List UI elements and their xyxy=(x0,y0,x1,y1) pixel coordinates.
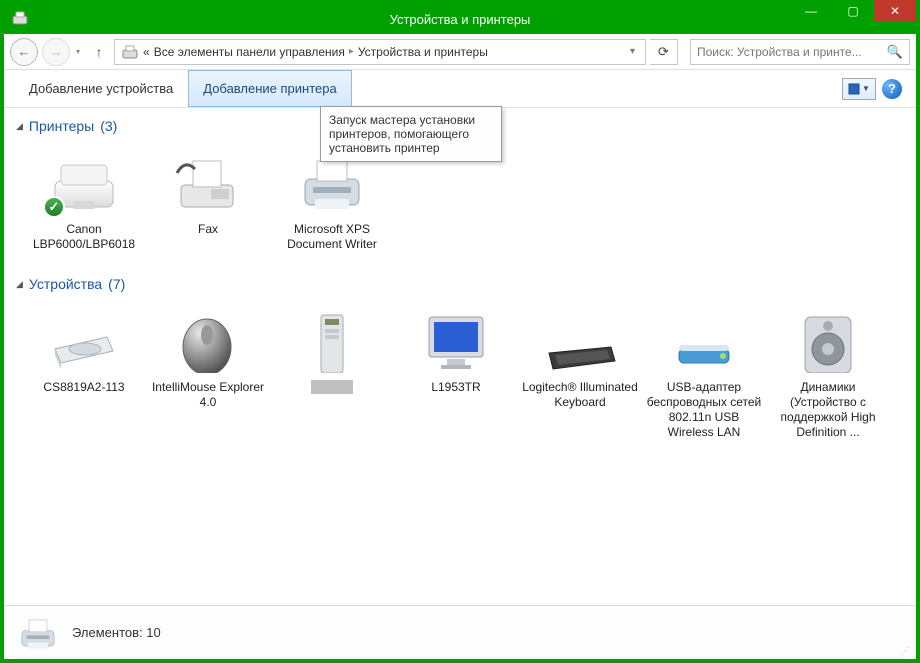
collapse-icon: ◢ xyxy=(16,279,23,290)
devices-list: CS8819A2-113 IntelliMouse Explorer 4.0 L… xyxy=(16,300,904,448)
location-icon xyxy=(121,44,139,60)
up-button[interactable]: ↑ xyxy=(88,41,110,63)
monitor-icon xyxy=(415,306,497,376)
content-area: ◢ Принтеры (3) ✓ Canon LBP6000/LBP6018 F… xyxy=(4,108,916,605)
printer-icon: ✓ xyxy=(43,148,125,218)
close-button[interactable]: ✕ xyxy=(874,0,916,22)
search-box[interactable]: 🔍 xyxy=(690,39,910,65)
device-item[interactable] xyxy=(270,300,394,448)
device-item[interactable]: Logitech® Illuminated Keyboard xyxy=(518,300,642,448)
device-label: Динамики (Устройство с поддержкой High D… xyxy=(770,380,886,440)
resize-grip[interactable]: ⋰ xyxy=(900,646,912,657)
breadcrumb-item[interactable]: Устройства и принтеры xyxy=(358,45,488,59)
history-dropdown-icon[interactable]: ▾ xyxy=(74,47,84,56)
help-button[interactable]: ? xyxy=(882,79,902,99)
search-input[interactable] xyxy=(697,45,887,59)
maximize-button[interactable]: ▢ xyxy=(832,0,874,22)
device-label: Logitech® Illuminated Keyboard xyxy=(522,380,638,410)
device-item[interactable]: ✓ Canon LBP6000/LBP6018 xyxy=(22,142,146,260)
add-device-button[interactable]: Добавление устройства xyxy=(14,70,188,107)
collapse-icon: ◢ xyxy=(16,121,23,132)
address-dropdown-icon[interactable]: ▾ xyxy=(626,46,639,57)
device-label: L1953TR xyxy=(431,380,480,395)
default-check-icon: ✓ xyxy=(43,196,65,218)
redacted-label xyxy=(311,380,353,394)
drive-icon xyxy=(43,306,125,376)
device-item[interactable]: Динамики (Устройство с поддержкой High D… xyxy=(766,300,890,448)
device-item[interactable]: CS8819A2-113 xyxy=(22,300,146,448)
status-text: Элементов: 10 xyxy=(72,625,161,640)
keyboard-icon xyxy=(539,306,621,376)
breadcrumb-item[interactable]: Все элементы панели управления xyxy=(154,45,345,59)
device-label: IntelliMouse Explorer 4.0 xyxy=(150,380,266,410)
status-bar: Элементов: 10 ⋰ xyxy=(4,605,916,659)
computer-icon xyxy=(291,306,373,376)
device-label: CS8819A2-113 xyxy=(43,380,124,395)
wifi-adapter-icon xyxy=(663,306,745,376)
add-printer-button[interactable]: Добавление принтера xyxy=(188,70,351,107)
group-count: (7) xyxy=(108,276,125,292)
chevron-down-icon: ▼ xyxy=(862,84,870,93)
device-label xyxy=(311,380,353,398)
group-label: Устройства xyxy=(29,276,102,292)
forward-button[interactable]: → xyxy=(42,38,70,66)
status-icon xyxy=(16,613,60,653)
nav-bar: ← → ▾ ↑ « Все элементы панели управления… xyxy=(4,34,916,70)
device-label: USB-адаптер беспроводных сетей 802.11n U… xyxy=(646,380,762,440)
items-label: Элементов: xyxy=(72,625,143,640)
device-label: Microsoft XPS Document Writer xyxy=(274,222,390,252)
window-controls: — ▢ ✕ xyxy=(790,4,916,34)
fax-icon xyxy=(167,148,249,218)
items-count: 10 xyxy=(146,625,160,640)
device-label: Fax xyxy=(198,222,218,237)
titlebar: Устройства и принтеры — ▢ ✕ xyxy=(4,4,916,34)
device-item[interactable]: IntelliMouse Explorer 4.0 xyxy=(146,300,270,448)
address-bar[interactable]: « Все элементы панели управления ▸ Устро… xyxy=(114,39,646,65)
tooltip: Запуск мастера установки принтеров, помо… xyxy=(320,106,502,162)
device-item[interactable]: L1953TR xyxy=(394,300,518,448)
device-item[interactable]: Fax xyxy=(146,142,270,260)
device-item[interactable]: USB-адаптер беспроводных сетей 802.11n U… xyxy=(642,300,766,448)
refresh-button[interactable]: ⟳ xyxy=(650,39,678,65)
command-bar: Добавление устройства Добавление принтер… xyxy=(4,70,916,108)
breadcrumb-prefix: « xyxy=(143,45,150,59)
group-label: Принтеры xyxy=(29,118,94,134)
speaker-icon xyxy=(787,306,869,376)
search-icon: 🔍 xyxy=(887,44,903,60)
group-count: (3) xyxy=(100,118,117,134)
window-title: Устройства и принтеры xyxy=(4,12,916,27)
window-root: Устройства и принтеры — ▢ ✕ ← → ▾ ↑ « Вс… xyxy=(0,0,920,663)
minimize-button[interactable]: — xyxy=(790,0,832,22)
device-label: Canon LBP6000/LBP6018 xyxy=(26,222,142,252)
group-header-devices[interactable]: ◢ Устройства (7) xyxy=(16,276,904,292)
mouse-icon xyxy=(167,306,249,376)
back-button[interactable]: ← xyxy=(10,38,38,66)
app-icon xyxy=(10,9,30,29)
view-options-button[interactable]: ▼ xyxy=(842,78,876,100)
view-icon xyxy=(848,83,860,95)
chevron-right-icon: ▸ xyxy=(349,46,354,57)
